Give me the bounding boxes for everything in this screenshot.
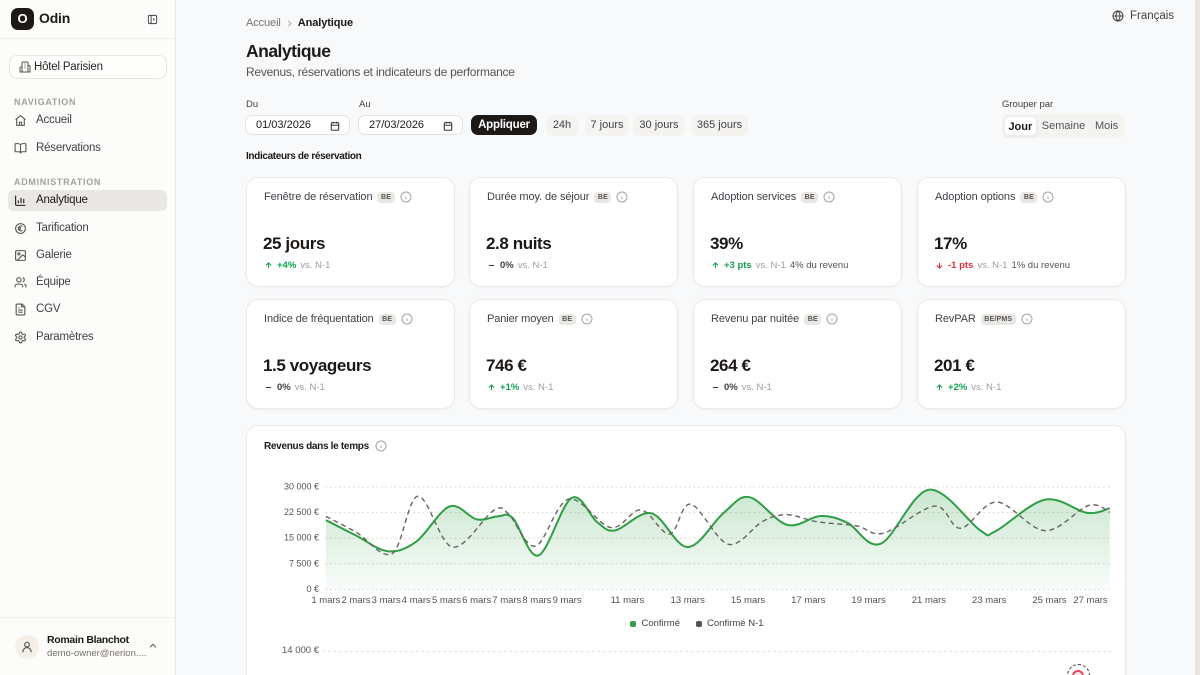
svg-text:23 mars: 23 mars xyxy=(972,595,1007,606)
svg-text:1 mars: 1 mars xyxy=(311,595,340,606)
svg-text:2 mars: 2 mars xyxy=(341,595,370,606)
svg-text:17 mars: 17 mars xyxy=(791,595,826,606)
svg-text:21 mars: 21 mars xyxy=(912,595,947,606)
svg-text:15 000 €: 15 000 € xyxy=(284,533,319,543)
svg-text:7 mars: 7 mars xyxy=(492,595,521,606)
svg-text:0 €: 0 € xyxy=(306,584,319,594)
svg-text:3 mars: 3 mars xyxy=(372,595,401,606)
svg-text:27 mars: 27 mars xyxy=(1073,595,1108,606)
svg-text:30 000 €: 30 000 € xyxy=(284,482,319,492)
svg-text:6 mars: 6 mars xyxy=(462,595,491,606)
svg-text:15 mars: 15 mars xyxy=(731,595,766,606)
svg-text:7 500 €: 7 500 € xyxy=(289,558,319,568)
svg-text:19 mars: 19 mars xyxy=(851,595,886,606)
svg-text:13 mars: 13 mars xyxy=(671,595,706,606)
svg-text:5 mars: 5 mars xyxy=(432,595,461,606)
svg-text:11 mars: 11 mars xyxy=(611,595,645,606)
svg-text:9 mars: 9 mars xyxy=(553,595,582,606)
svg-text:22 500 €: 22 500 € xyxy=(284,507,319,517)
svg-text:4 mars: 4 mars xyxy=(402,595,431,606)
svg-text:8 mars: 8 mars xyxy=(522,595,551,606)
svg-text:25 mars: 25 mars xyxy=(1032,595,1067,606)
